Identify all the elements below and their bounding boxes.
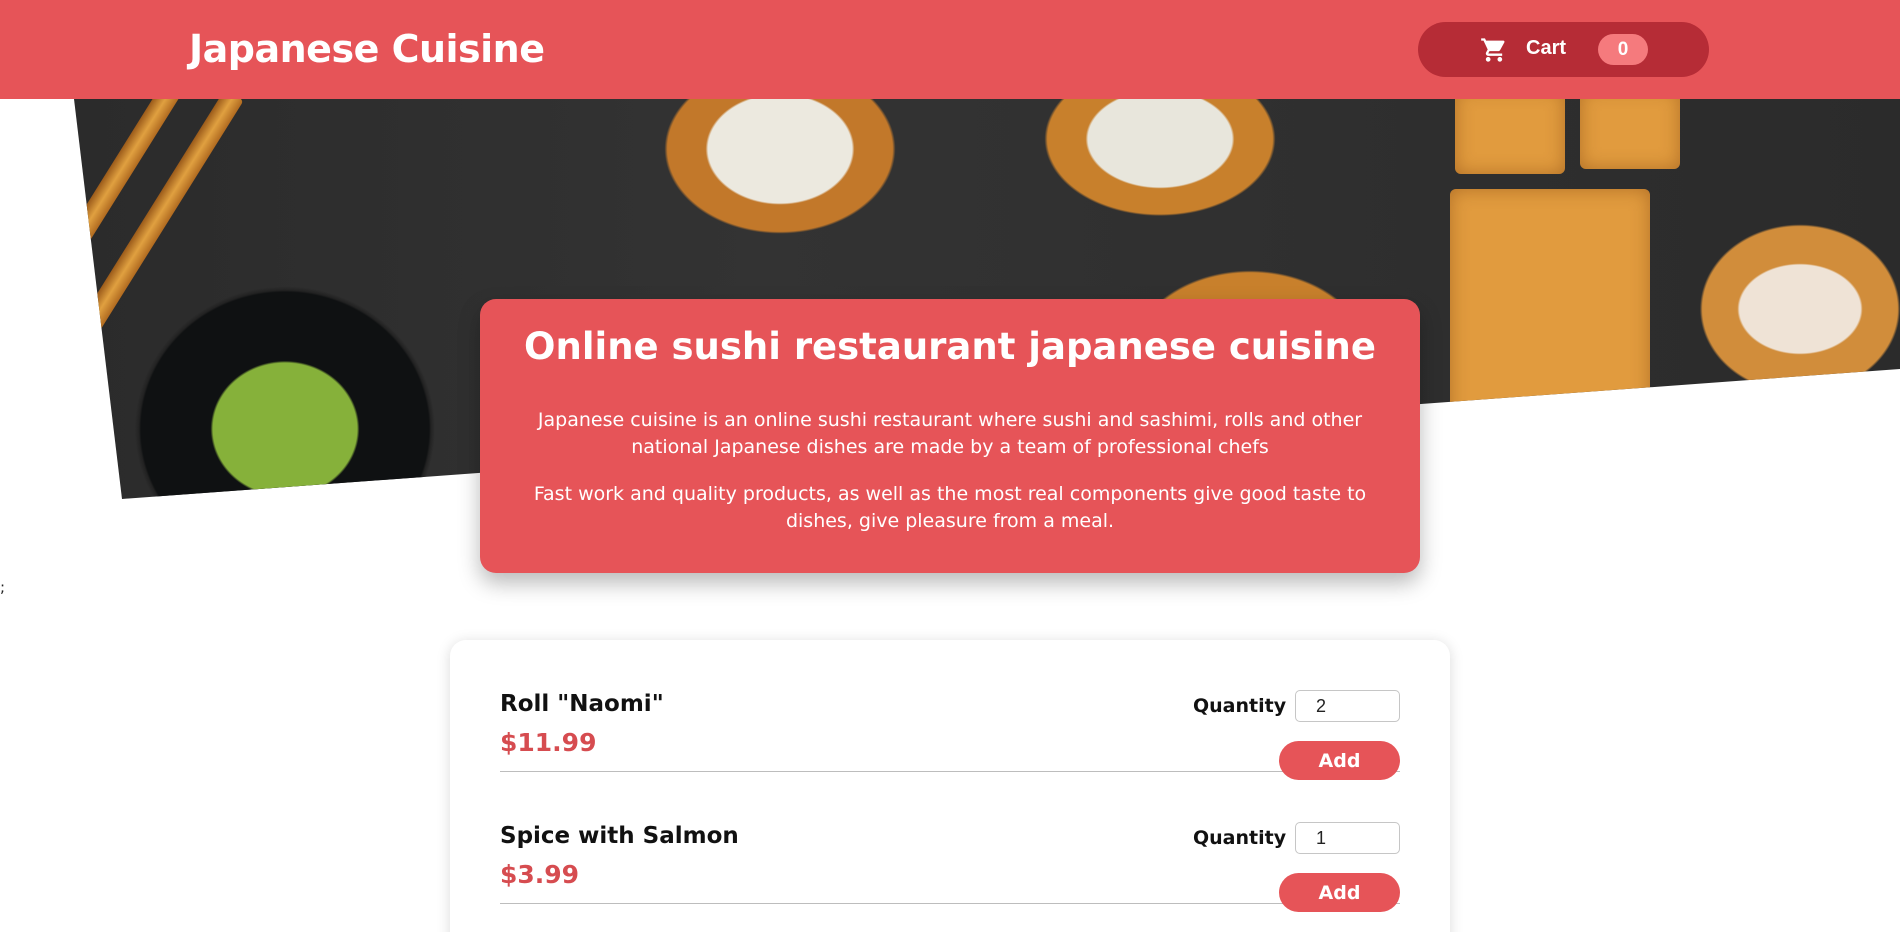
meal-name: Spice with Salmon	[500, 823, 739, 849]
add-button[interactable]: Add	[1279, 873, 1400, 912]
hero-card: Online sushi restaurant japanese cuisine…	[480, 299, 1420, 573]
meal-price: $3.99	[500, 860, 580, 889]
hero-description: Japanese cuisine is an online sushi rest…	[537, 409, 1363, 458]
site-logo-title: Japanese Cuisine	[189, 27, 545, 71]
meal-item: Spice with Salmon $3.99 Quantity Add	[500, 772, 1400, 912]
meals-list-card: Roll "Naomi" $11.99 Quantity Add Spice w…	[450, 640, 1450, 932]
stray-text: ;	[0, 578, 6, 596]
quantity-input[interactable]	[1295, 690, 1400, 722]
cart-label: Cart	[1526, 37, 1567, 59]
meal-price: $11.99	[500, 728, 597, 757]
meal-item: Roll "Naomi" $11.99 Quantity Add	[500, 640, 1400, 780]
meal-name: Roll "Naomi"	[500, 691, 664, 717]
quantity-input[interactable]	[1295, 822, 1400, 854]
cart-button[interactable]: Cart 0	[1418, 22, 1709, 77]
hero-description-secondary: Fast work and quality products, as well …	[533, 483, 1367, 532]
quantity-label: Quantity	[1193, 827, 1287, 849]
quantity-label: Quantity	[1193, 695, 1287, 717]
cart-icon	[1480, 36, 1508, 64]
site-header: Japanese Cuisine Cart 0	[0, 0, 1900, 99]
hero-title: Online sushi restaurant japanese cuisine	[524, 325, 1376, 368]
cart-count-badge: 0	[1598, 34, 1648, 65]
